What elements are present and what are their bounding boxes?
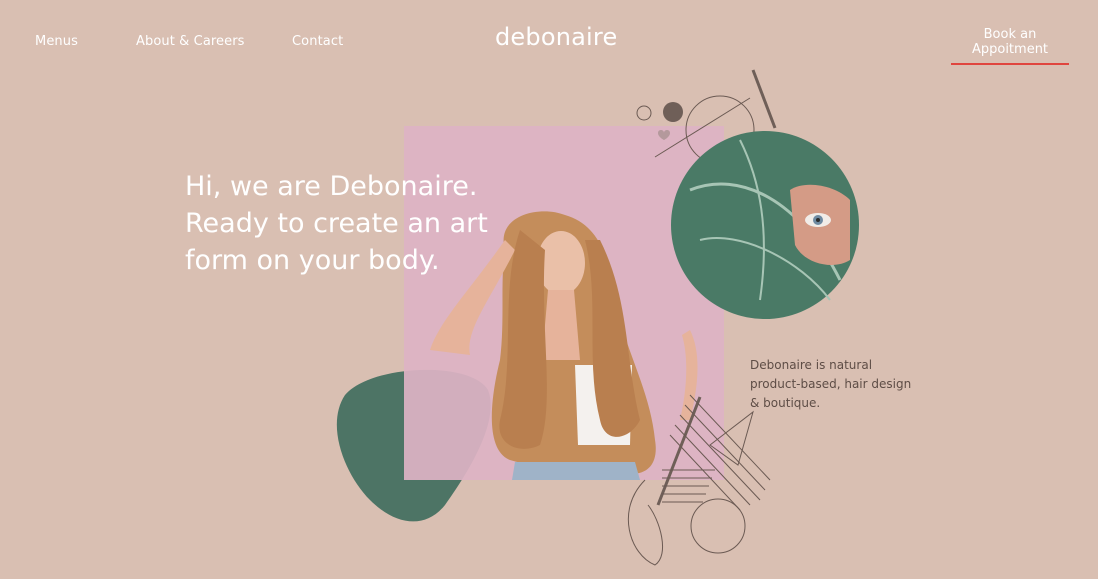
hero-heading-line-1: Hi, we are Debonaire. [185,171,478,202]
hero-heading: Hi, we are Debonaire. Ready to create an… [185,168,488,279]
hero-heading-line-2: Ready to create an art [185,208,488,239]
thick-bar-top [751,69,777,129]
hero-heading-line-3: form on your body. [185,245,440,276]
hero-artwork [336,69,859,566]
small-filled-circle [663,102,683,122]
leaf-eye-circle-image [671,131,859,319]
nav-menus-link[interactable]: Menus [35,34,78,49]
small-outline-circle [636,105,652,121]
nav-contact-link[interactable]: Contact [292,34,343,49]
nav-about-careers-link[interactable]: About & Careers [136,34,245,49]
book-appointment-button[interactable]: Book an Appoitment [951,27,1069,65]
brand-logo[interactable]: debonaire [495,23,617,51]
brand-description: Debonaire is natural product-based, hair… [750,358,912,410]
